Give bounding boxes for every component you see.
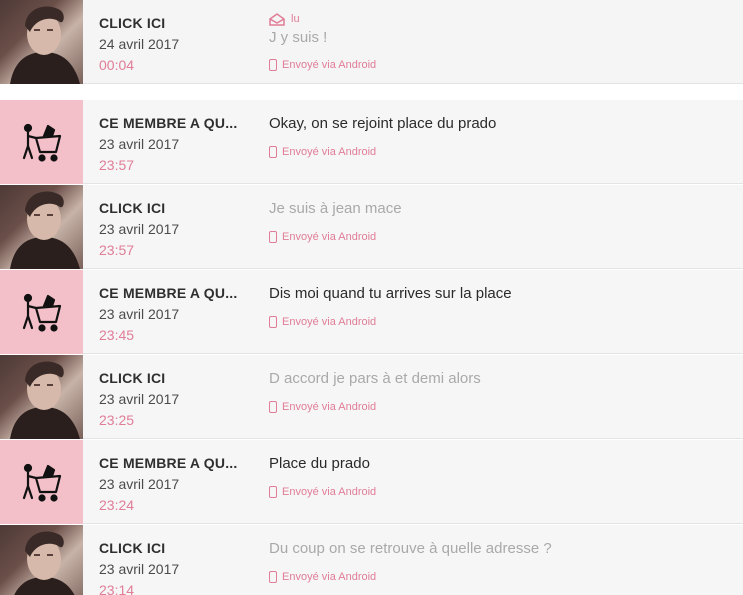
message-time: 23:45 [99,327,135,343]
message-meta: CE MEMBRE A QU... 23 avril 2017 23:57 [99,115,259,173]
message-meta: CLICK ICI 24 avril 2017 00:04 [99,15,259,73]
message-content: Du coup on se retrouve à quelle adresse … [269,540,739,583]
avatar[interactable] [0,100,83,184]
phone-icon [269,316,277,328]
sent-via: Envoyé via Android [269,571,739,583]
message-text: Je suis à jean mace [269,200,402,217]
message-text: D accord je pars à et demi alors [269,370,481,387]
message-content: Je suis à jean mace Envoyé via Android [269,200,739,243]
phone-icon [269,401,277,413]
message-row[interactable]: CE MEMBRE A QU... 23 avril 2017 23:24 Pl… [0,440,743,524]
author-name[interactable]: CLICK ICI [99,370,259,386]
user-photo-icon [10,6,80,84]
message-date: 23 avril 2017 [99,561,180,577]
author-name[interactable]: CLICK ICI [99,540,259,556]
message-row[interactable]: CLICK ICI 23 avril 2017 23:14 Du coup on… [0,525,743,595]
message-row[interactable]: CE MEMBRE A QU... 23 avril 2017 23:57 Ok… [0,100,743,184]
message-time: 00:04 [99,57,135,73]
sent-via: Envoyé via Android [269,486,739,498]
sent-via-label: Envoyé via Android [282,486,377,498]
message-time: 23:24 [99,497,135,513]
message-content: Dis moi quand tu arrives sur la place En… [269,285,739,328]
avatar[interactable] [0,525,83,595]
sent-via-label: Envoyé via Android [282,316,377,328]
message-date: 23 avril 2017 [99,476,180,492]
avatar[interactable] [0,270,83,354]
sent-via: Envoyé via Android [269,316,739,328]
sent-via: Envoyé via Android [269,401,739,413]
sent-via-label: Envoyé via Android [282,231,377,243]
message-list: CLICK ICI 24 avril 2017 00:04 lu J y sui… [0,0,743,595]
avatar[interactable] [0,0,83,84]
message-row[interactable]: CLICK ICI 23 avril 2017 23:25 D accord j… [0,355,743,439]
message-time: 23:57 [99,242,135,258]
author-name[interactable]: CE MEMBRE A QU... [99,115,259,131]
deleted-member-icon [22,293,62,332]
sent-via-label: Envoyé via Android [282,59,377,71]
phone-icon [269,571,277,583]
message-time: 23:14 [99,582,135,595]
user-photo-icon [14,531,75,595]
author-name[interactable]: CE MEMBRE A QU... [99,455,259,471]
message-time: 23:25 [99,412,135,428]
message-content: lu J y suis ! Envoyé via Android [269,12,739,71]
deleted-member-icon [22,123,62,162]
message-meta: CLICK ICI 23 avril 2017 23:14 [99,540,259,595]
message-row[interactable]: CE MEMBRE A QU... 23 avril 2017 23:45 Di… [0,270,743,354]
sent-via-label: Envoyé via Android [282,571,377,583]
avatar[interactable] [0,440,83,524]
phone-icon [269,146,277,158]
message-row[interactable]: CLICK ICI 23 avril 2017 23:57 Je suis à … [0,185,743,269]
phone-icon [269,59,277,71]
sent-via-label: Envoyé via Android [282,146,377,158]
message-text: Du coup on se retrouve à quelle adresse … [269,540,552,557]
message-text: Place du prado [269,455,370,472]
message-time: 23:57 [99,157,135,173]
message-text: J y suis ! [269,29,328,46]
message-text: Dis moi quand tu arrives sur la place [269,285,512,302]
author-name[interactable]: CE MEMBRE A QU... [99,285,259,301]
user-photo-icon [10,191,80,269]
message-date: 23 avril 2017 [99,306,180,322]
sent-via: Envoyé via Android [269,231,739,243]
sent-via-label: Envoyé via Android [282,401,377,413]
message-date: 24 avril 2017 [99,36,180,52]
author-name[interactable]: CLICK ICI [99,200,259,216]
message-meta: CLICK ICI 23 avril 2017 23:25 [99,370,259,428]
message-date: 23 avril 2017 [99,221,180,237]
read-status: lu [269,12,739,26]
message-content: Place du prado Envoyé via Android [269,455,739,498]
message-content: Okay, on se rejoint place du prado Envoy… [269,115,739,158]
avatar[interactable] [0,185,83,269]
envelope-open-icon [269,12,285,26]
phone-icon [269,231,277,243]
message-content: D accord je pars à et demi alors Envoyé … [269,370,739,413]
sent-via: Envoyé via Android [269,59,739,71]
avatar[interactable] [0,355,83,439]
phone-icon [269,486,277,498]
sent-via: Envoyé via Android [269,146,739,158]
message-text: Okay, on se rejoint place du prado [269,115,497,132]
message-row[interactable]: CLICK ICI 24 avril 2017 00:04 lu J y sui… [0,0,743,84]
message-meta: CE MEMBRE A QU... 23 avril 2017 23:45 [99,285,259,343]
message-date: 23 avril 2017 [99,136,180,152]
user-photo-icon [10,361,80,439]
message-meta: CE MEMBRE A QU... 23 avril 2017 23:24 [99,455,259,513]
message-meta: CLICK ICI 23 avril 2017 23:57 [99,200,259,258]
author-name[interactable]: CLICK ICI [99,15,259,31]
read-status-label: lu [291,13,300,25]
message-date: 23 avril 2017 [99,391,180,407]
deleted-member-icon [22,463,62,502]
